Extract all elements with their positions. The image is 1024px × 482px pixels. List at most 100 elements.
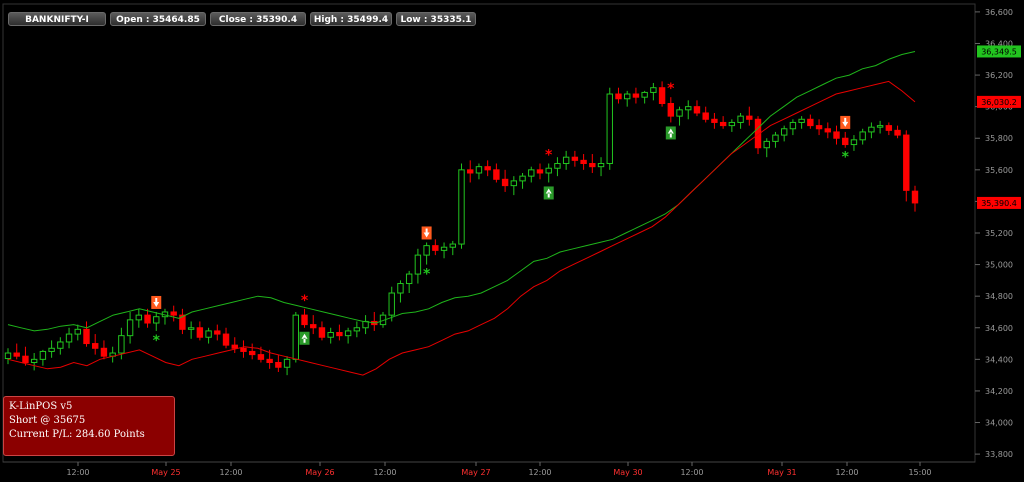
candle-body <box>423 245 430 256</box>
candle-body <box>510 180 518 187</box>
candle-body <box>484 166 491 171</box>
candle-body <box>780 128 788 136</box>
y-tick-label: 36,200 <box>985 71 1013 80</box>
y-tick-label: 35,000 <box>985 261 1013 270</box>
candle-body <box>458 169 465 245</box>
x-tick-label: May 30 <box>613 468 642 477</box>
y-tick-label: 33,800 <box>985 450 1013 459</box>
candle-body <box>310 324 317 329</box>
candle-body <box>911 190 919 204</box>
candle-body <box>196 327 204 338</box>
candle-body <box>30 358 38 364</box>
buy-signal-icon <box>543 186 554 200</box>
candle-body <box>74 328 81 335</box>
y-tick-label: 34,200 <box>985 387 1013 396</box>
strategy-info-box: K-LinPOS v5 Short @ 35675 Current P/L: 2… <box>3 396 175 456</box>
candle-body <box>763 140 770 149</box>
plot-border <box>2 3 976 463</box>
x-tick-label: 12:00 <box>835 468 858 477</box>
candle-body <box>13 352 20 357</box>
x-tick-label: 12:00 <box>680 468 703 477</box>
price-badge-label: 35,390.4 <box>981 199 1017 208</box>
candle-body <box>737 115 744 123</box>
candle-body <box>859 131 866 141</box>
candle-body <box>222 333 230 346</box>
candle-body <box>100 347 108 357</box>
y-tick-label: 35,600 <box>985 166 1013 175</box>
pnl-text: Current P/L: 284.60 Points <box>9 429 145 440</box>
candle-body <box>231 344 238 349</box>
candle-body <box>327 331 334 338</box>
candle-body <box>92 343 99 349</box>
buy-signal-icon <box>299 331 310 345</box>
candle-body <box>318 327 326 338</box>
candle-body <box>833 131 840 139</box>
candle-body <box>153 316 160 324</box>
exit-star-icon: * <box>667 81 675 97</box>
price-badge-label: 36,030.2 <box>981 98 1017 107</box>
candle-body <box>719 121 727 127</box>
candle-body <box>772 134 779 142</box>
candle-body <box>397 283 404 294</box>
candle-body <box>432 245 439 251</box>
candle-body <box>807 118 814 127</box>
candle-body <box>475 166 483 174</box>
candle-body <box>301 314 308 326</box>
candle-body <box>876 125 884 128</box>
x-tick-label: 12:00 <box>528 468 551 477</box>
y-tick-label: 36,600 <box>985 8 1013 17</box>
candle-body <box>266 358 273 364</box>
candle-body <box>493 169 500 180</box>
exit-star-icon: * <box>842 150 850 166</box>
candle-body <box>414 254 422 275</box>
open-pill: Open : 35464.85 <box>110 12 206 26</box>
candle-body <box>292 314 300 360</box>
candle-body <box>562 156 570 165</box>
candle-body <box>344 330 352 337</box>
price-badge-label: 36,349.5 <box>981 47 1017 56</box>
candle-body <box>65 333 73 343</box>
candle-body <box>336 331 343 337</box>
candle-body <box>650 87 657 93</box>
candle-body <box>57 341 64 349</box>
candle-body <box>240 347 247 352</box>
candle-body <box>693 106 701 114</box>
y-tick-label: 35,200 <box>985 229 1013 238</box>
symbol-pill: BANKNIFTY-I <box>8 12 106 26</box>
candle-body <box>118 335 125 354</box>
candle-body <box>554 163 561 169</box>
candle-body <box>144 314 151 324</box>
close-pill: Close : 35390.4 <box>210 12 306 26</box>
candle-body <box>580 159 587 165</box>
candle-body <box>597 163 605 168</box>
candle-body <box>257 354 265 360</box>
x-tick-label: May 31 <box>767 468 796 477</box>
x-tick-label: 12:00 <box>373 468 396 477</box>
y-tick-label: 34,800 <box>985 292 1013 301</box>
candle-body <box>711 118 718 123</box>
candle-body <box>519 175 526 182</box>
x-tick-label: 15:00 <box>908 468 931 477</box>
y-tick-label: 34,400 <box>985 355 1013 364</box>
candle-body <box>903 134 910 191</box>
y-tick-label: 34,000 <box>985 419 1013 428</box>
candle-body <box>815 125 823 130</box>
candle-body <box>528 169 535 177</box>
candle-body <box>440 246 448 251</box>
candle-body <box>205 330 212 338</box>
candle-body <box>632 93 640 98</box>
candle-body <box>702 112 709 120</box>
exit-star-icon: * <box>545 148 553 164</box>
exit-star-icon: * <box>423 267 431 283</box>
x-tick-label: May 26 <box>305 468 334 477</box>
candle-body <box>685 106 692 111</box>
y-tick-label: 34,600 <box>985 324 1013 333</box>
candle-body <box>48 347 55 352</box>
candle-body <box>405 273 413 285</box>
candle-body <box>4 352 12 360</box>
candle-body <box>353 327 361 332</box>
candle-body <box>449 243 456 248</box>
candle-body <box>894 129 901 136</box>
candle-body <box>824 128 831 133</box>
candle-body <box>842 137 849 146</box>
